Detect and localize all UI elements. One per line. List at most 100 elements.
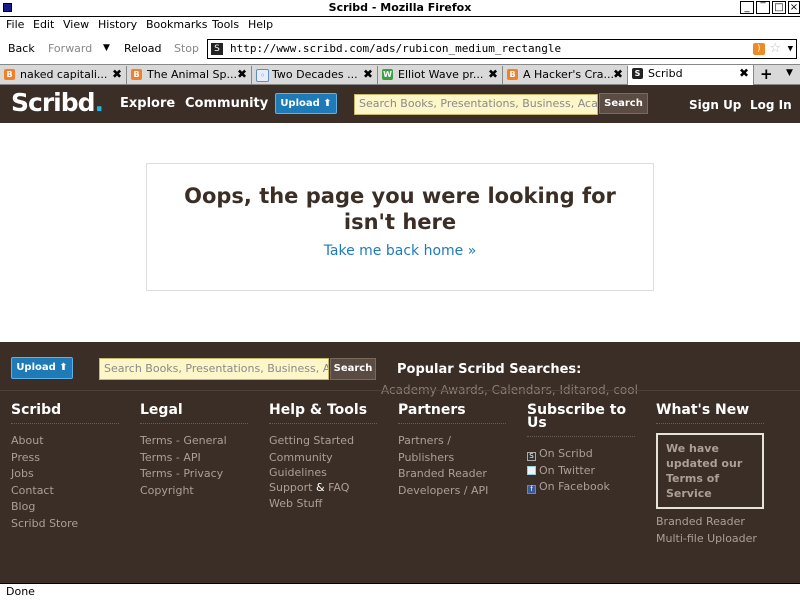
status-text: Done [6,585,35,598]
footer-search-button[interactable]: Search [330,358,376,380]
on-twitter-link[interactable]: On Twitter [527,463,637,480]
multi-file-uploader-link[interactable]: Multi-file Uploader [656,531,766,548]
menu-history[interactable]: History [98,18,137,31]
press-link[interactable]: Press [11,450,121,467]
close-window-icon[interactable]: × [788,1,800,14]
close-tab-icon[interactable]: ✖ [363,67,373,81]
faq-link[interactable]: FAQ [328,481,349,494]
reload-button[interactable]: Reload [124,42,161,55]
menu-view[interactable]: View [63,18,89,31]
terms-update-notice[interactable]: We have updated our Terms of Service [656,433,764,509]
community-guidelines-link[interactable]: Community Guidelines [269,450,341,480]
rss-feed-icon[interactable]: ) [753,43,765,55]
getting-started-link[interactable]: Getting Started [269,433,379,450]
close-tab-icon[interactable]: ✖ [237,67,247,81]
col-divider [140,423,248,424]
close-tab-icon[interactable]: ✖ [112,67,122,81]
footer-col-partners: Partners Partners / Publishers Branded R… [398,402,508,500]
social-label: On Scribd [539,447,593,460]
tab-hackers-crash[interactable]: B A Hacker's Cra... ✖ [503,66,628,84]
new-tab-icon[interactable]: + [760,65,773,83]
tab-label: Two Decades ... [272,68,358,81]
close-tab-icon[interactable]: ✖ [613,67,623,81]
bookmark-star-icon[interactable]: ☆ [769,41,781,57]
col-heading: What's New [656,402,750,418]
community-link[interactable]: Community [185,96,268,111]
menu-edit[interactable]: Edit [33,18,54,31]
branded-reader-new-link[interactable]: Branded Reader [656,514,766,531]
site-header: Scribd. Explore Community Upload ⬆ Searc… [0,85,800,123]
footer-col-scribd: Scribd About Press Jobs Contact Blog Scr… [11,403,121,533]
tab-label: Scribd [648,67,683,80]
logo-dot: . [94,88,104,117]
tab-animal-spirits[interactable]: B The Animal Sp... ✖ [127,66,252,84]
about-link[interactable]: About [11,433,121,450]
col-divider [11,423,119,424]
back-button[interactable]: Back [8,42,35,55]
ampersand: & [315,480,325,494]
error-panel: Oops, the page you were looking for isn'… [146,163,654,291]
footer-col-subscribe: Subscribe to Us S On Scribd On Twitter fO… [527,402,637,496]
blogger-icon: B [4,69,15,80]
blogger-icon: B [507,69,518,80]
menu-help[interactable]: Help [248,18,273,31]
url-bar[interactable]: S http://www.scribd.com/ads/rubicon_medi… [207,39,797,59]
menu-tools[interactable]: Tools [212,18,239,31]
url-dropdown-icon[interactable]: ▼ [788,41,793,57]
support-link[interactable]: Support [269,481,312,494]
stop-button[interactable]: Stop [174,42,199,55]
tab-naked-capitalism[interactable]: B naked capitali... ✖ [0,66,127,84]
tab-list-dropdown-icon[interactable]: ▼ [786,68,793,78]
close-tab-icon[interactable]: ✖ [488,67,498,81]
tab-scribd[interactable]: S Scribd ✖ [628,65,754,85]
shade-icon[interactable]: ‾ [756,1,770,14]
on-scribd-link[interactable]: S On Scribd [527,446,637,463]
history-dropdown-icon[interactable]: ▼ [103,43,110,53]
footer-divider [0,390,800,391]
copyright-link[interactable]: Copyright [140,483,250,500]
site-favicon-icon: S [211,43,223,55]
forward-button[interactable]: Forward [48,42,92,55]
menu-bookmarks[interactable]: Bookmarks [146,18,207,31]
on-facebook-link[interactable]: f On Facebook [527,479,637,496]
tab-two-decades[interactable]: ◦ Two Decades ... ✖ [252,66,378,84]
developers-api-link[interactable]: Developers / API [398,483,508,500]
explore-link[interactable]: Explore [120,96,175,111]
col-heading: Subscribe to Us [527,402,627,431]
upload-arrow-icon: ⬆ [323,98,332,109]
social-label: On Twitter [539,463,595,477]
maximize-icon[interactable]: □ [772,1,786,14]
w-icon: W [382,69,393,80]
terms-api-link[interactable]: Terms - API [140,450,250,467]
minimize-icon[interactable]: _ [740,1,754,14]
terms-privacy-link[interactable]: Terms - Privacy [140,466,250,483]
tab-elliot-wave[interactable]: W Elliot Wave pr... ✖ [378,66,503,84]
twitter-icon [527,465,536,475]
footer-upload-button[interactable]: Upload ⬆ [11,357,73,379]
partners-publishers-link[interactable]: Partners / Publishers [398,433,508,466]
sign-up-link[interactable]: Sign Up [689,98,741,112]
scribd-icon: S [632,68,643,79]
url-text[interactable]: http://www.scribd.com/ads/rubicon_medium… [230,42,561,55]
search-input[interactable]: Search Books, Presentations, Business, A… [354,94,598,115]
web-stuff-link[interactable]: Web Stuff [269,496,379,513]
close-tab-icon[interactable]: ✖ [739,66,749,80]
menu-file[interactable]: File [6,18,24,31]
scribd-store-link[interactable]: Scribd Store [11,516,121,533]
terms-general-link[interactable]: Terms - General [140,433,250,450]
home-link[interactable]: Take me back home » [147,243,653,259]
log-in-link[interactable]: Log In [750,98,792,112]
footer-col-help: Help & Tools Getting Started Community G… [269,403,379,513]
col-heading: Partners [398,402,466,418]
window-titlebar: Scribd - Mozilla Firefox _ ‾ □ × [0,0,800,17]
search-button[interactable]: Search [599,93,648,114]
footer-col-legal: Legal Terms - General Terms - API Terms … [140,403,250,500]
branded-reader-link[interactable]: Branded Reader [398,466,508,483]
footer-col-whats-new: What's New We have updated our Terms of … [656,402,766,548]
jobs-link[interactable]: Jobs [11,466,121,483]
blog-link[interactable]: Blog [11,499,121,516]
upload-button[interactable]: Upload ⬆ [275,93,337,114]
scribd-logo[interactable]: Scribd. [11,88,104,117]
footer-search-input[interactable]: Search Books, Presentations, Business, A… [99,358,329,380]
contact-link[interactable]: Contact [11,483,121,500]
